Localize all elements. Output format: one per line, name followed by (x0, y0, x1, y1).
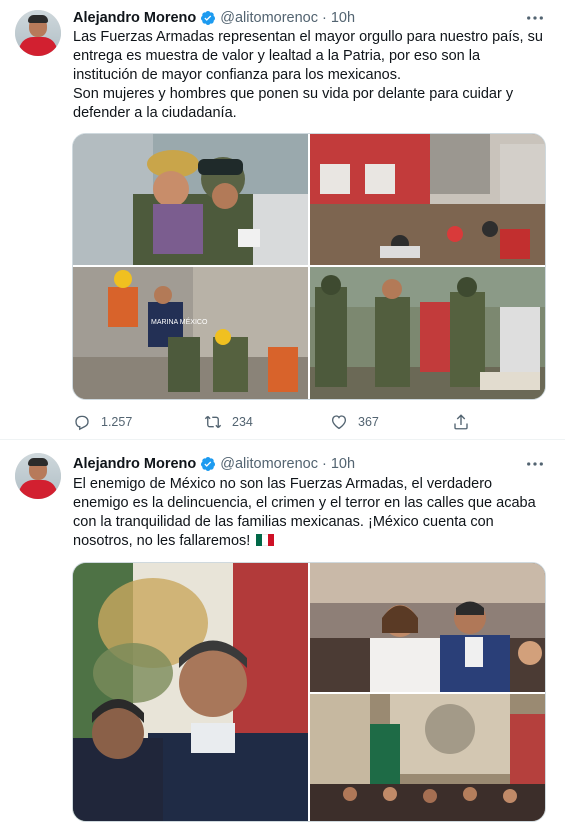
verified-badge-icon (201, 457, 216, 471)
tweet-text: Las Fuerzas Armadas representan el mayor… (73, 28, 543, 123)
separator-dot: · (322, 10, 327, 26)
tweet-media-grid: MARINA MÉXICO (72, 133, 546, 400)
retweet-button[interactable]: 234 (204, 413, 253, 431)
tweet-header: Alejandro Moreno @alitomorenoc · 10h (73, 454, 355, 474)
tweet-timestamp[interactable]: 10h (331, 456, 355, 472)
retweet-icon (204, 415, 222, 429)
photo-soldiers-flood[interactable] (310, 267, 545, 399)
photo-politician-with-flag[interactable] (73, 563, 308, 821)
share-button[interactable] (452, 413, 470, 431)
more-options-icon[interactable] (525, 456, 545, 476)
author-handle[interactable]: @alitomorenoc (220, 10, 318, 26)
photo-congress-conversation[interactable] (310, 563, 545, 692)
more-options-icon[interactable] (525, 10, 545, 30)
separator-dot: · (322, 456, 327, 472)
like-icon (331, 415, 347, 430)
retweet-count: 234 (232, 415, 253, 429)
tweet-actions: 1.257 234 367 (73, 412, 493, 432)
reply-count: 1.257 (101, 415, 133, 429)
tweet-text-paragraph-1: Las Fuerzas Armadas representan el mayor… (73, 29, 543, 83)
tweet-1[interactable]: Alejandro Moreno @alitomorenoc · 10h Las… (0, 0, 565, 440)
share-icon (454, 414, 468, 430)
reply-icon (75, 415, 89, 431)
tweet-text-paragraph-2: Son mujeres y hombres que ponen su vida … (73, 86, 514, 121)
author-avatar[interactable] (15, 453, 61, 499)
tweet-header: Alejandro Moreno @alitomorenoc · 10h (73, 8, 355, 28)
tweet-text: El enemigo de México no son las Fuerzas … (73, 475, 543, 551)
author-name[interactable]: Alejandro Moreno (73, 456, 196, 472)
tweet-text-paragraph: El enemigo de México no son las Fuerzas … (73, 476, 536, 549)
like-count: 367 (358, 415, 379, 429)
tweet-2[interactable]: Alejandro Moreno @alitomorenoc · 10h El … (0, 441, 565, 822)
mexico-flag-emoji (256, 534, 275, 546)
photo-congress-chamber[interactable] (310, 694, 545, 821)
like-button[interactable]: 367 (330, 413, 379, 431)
author-name[interactable]: Alejandro Moreno (73, 10, 196, 26)
marina-vest-text: MARINA MÉXICO (151, 317, 208, 326)
photo-flood-rescue[interactable] (310, 134, 545, 265)
photo-soldier-carrying-child[interactable] (73, 134, 308, 265)
verified-badge-icon (201, 11, 216, 25)
tweet-timestamp[interactable]: 10h (331, 10, 355, 26)
tweet-media-grid (72, 562, 546, 822)
author-avatar[interactable] (15, 10, 61, 56)
author-handle[interactable]: @alitomorenoc (220, 456, 318, 472)
reply-button[interactable]: 1.257 (73, 413, 132, 431)
photo-rubble-rescue[interactable]: MARINA MÉXICO (73, 267, 308, 399)
